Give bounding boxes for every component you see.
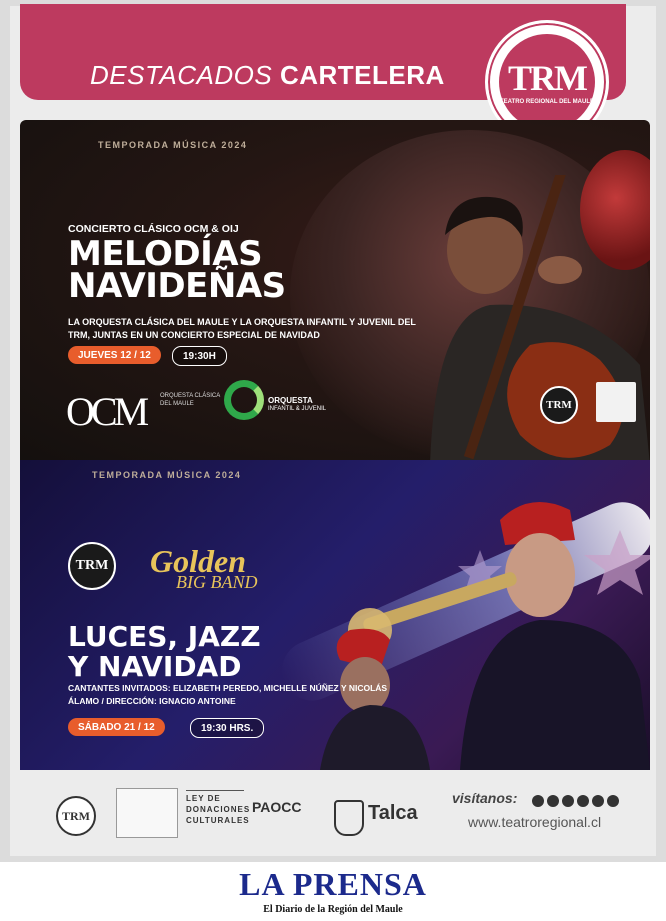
season-label: TEMPORADA MÚSICA 2024 — [98, 140, 248, 150]
concert-guests: CANTANTES INVITADOS: ELIZABETH PEREDO, M… — [68, 683, 388, 706]
date-pill: JUEVES 12 / 12 — [68, 346, 161, 364]
talca-shield-icon — [334, 800, 364, 836]
ley-donaciones-logo: LEY DE DONACIONES CULTURALES — [186, 790, 251, 826]
trumpeter-photo — [320, 502, 650, 770]
header-title: DESTACADOS CARTELERA — [90, 60, 445, 91]
oij-subtitle: INFANTIL & JUVENIL — [268, 406, 327, 412]
government-seal-icon — [596, 382, 636, 422]
instagram-icon[interactable] — [547, 795, 559, 807]
header-title-bold: CARTELERA — [279, 60, 445, 90]
concert-description: LA ORQUESTA CLÁSICA DEL MAULE Y LA ORQUE… — [68, 317, 416, 340]
newspaper-name: LA PRENSA — [239, 866, 427, 902]
time-pill: 19:30 HRS. — [190, 718, 265, 738]
concert-title-line2: NAVIDEÑAS — [68, 266, 286, 306]
concert-title-line2: Y NAVIDAD — [68, 650, 242, 683]
trm-sponsor-logo: TRM — [56, 796, 96, 836]
oij-title: ORQUESTA — [268, 396, 313, 405]
concert-title-line1: LUCES, JAZZ — [68, 620, 261, 653]
oij-logo-icon — [224, 380, 264, 420]
talca-logo: Talca — [368, 802, 418, 824]
tiktok-icon[interactable] — [592, 795, 604, 807]
ocm-logo-subtitle: ORQUESTA CLÁSICA DEL MAULE — [160, 393, 220, 407]
facebook-icon[interactable] — [532, 795, 544, 807]
newspaper-tagline: El Diario de la Región del Maule — [263, 904, 403, 915]
trm-logo-mark: TRM — [508, 57, 588, 98]
spotify-icon[interactable] — [607, 795, 619, 807]
trm-small-logo: TRM — [540, 386, 578, 424]
trm-small-logo: TRM — [68, 542, 116, 590]
header-title-light: DESTACADOS — [90, 60, 273, 90]
ley-line1: LEY DE — [186, 794, 221, 803]
ley-line2: DONACIONES — [186, 805, 251, 814]
paocc-logo: PAOCC — [252, 799, 302, 815]
ocm-logo: OCM — [66, 389, 149, 434]
trm-logo-inner: TRM TEATRO REGIONAL DEL MAULE — [499, 34, 595, 130]
youtube-icon[interactable] — [562, 795, 574, 807]
concert-title: LUCES, JAZZ Y NAVIDAD — [68, 622, 261, 682]
concert-title: MELODÍAS NAVIDEÑAS — [68, 237, 286, 306]
ley-line3: CULTURALES — [186, 816, 250, 825]
ministry-logo — [116, 788, 178, 838]
visit-label: visítanos: — [452, 790, 518, 806]
trm-logo-subtitle: TEATRO REGIONAL DEL MAULE — [499, 98, 594, 105]
time-pill: 19:30H — [172, 346, 227, 366]
x-icon[interactable] — [577, 795, 589, 807]
concert-melodias-panel: TEMPORADA MÚSICA 2024 CONCIERTO CLÁSICO … — [20, 120, 650, 460]
date-pill: SÁBADO 21 / 12 — [68, 718, 165, 736]
concert-luces-jazz-panel: TEMPORADA MÚSICA 2024 TRM Golden BIG BAN… — [20, 460, 650, 770]
oij-logo-text: ORQUESTA INFANTIL & JUVENIL — [268, 396, 326, 414]
bigband-logo: BIG BAND — [176, 572, 258, 592]
website-link[interactable]: www.teatroregional.cl — [468, 814, 601, 830]
season-label: TEMPORADA MÚSICA 2024 — [92, 470, 242, 480]
